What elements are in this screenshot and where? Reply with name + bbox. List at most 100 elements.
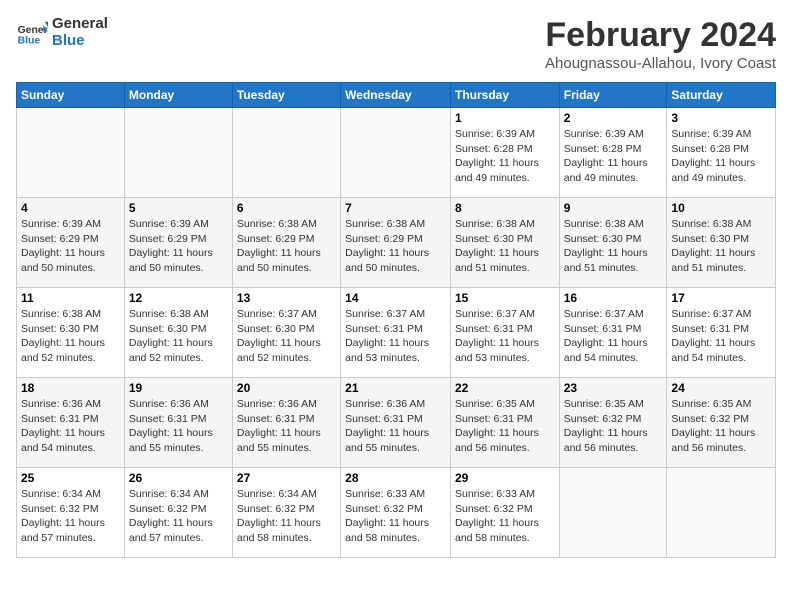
calendar-cell: 17Sunrise: 6:37 AM Sunset: 6:31 PM Dayli… (667, 288, 776, 378)
day-number: 4 (21, 201, 120, 215)
calendar-body: 1 Sunrise: 6:39 AM Sunset: 6:28 PM Daylig… (17, 108, 776, 558)
day-info: Sunrise: 6:36 AM Sunset: 6:31 PM Dayligh… (237, 397, 336, 456)
calendar-cell: 1Sunrise: 6:39 AM Sunset: 6:28 PM Daylig… (450, 108, 559, 198)
day-info: Sunrise: 6:38 AM Sunset: 6:30 PM Dayligh… (671, 217, 771, 276)
day-info: Sunrise: 6:33 AM Sunset: 6:32 PM Dayligh… (455, 487, 555, 546)
day-info: Sunrise: 6:39 AM Sunset: 6:29 PM Dayligh… (129, 217, 228, 276)
calendar-cell (667, 468, 776, 558)
title-area: February 2024 Ahougnassou-Allahou, Ivory… (545, 16, 776, 72)
calendar-table: SundayMondayTuesdayWednesdayThursdayFrid… (16, 82, 776, 558)
day-info: Sunrise: 6:38 AM Sunset: 6:30 PM Dayligh… (455, 217, 555, 276)
day-number: 11 (21, 291, 120, 305)
header-monday: Monday (124, 83, 232, 108)
page-header: General Blue General Blue February 2024 … (16, 16, 776, 72)
day-info: Sunrise: 6:36 AM Sunset: 6:31 PM Dayligh… (345, 397, 446, 456)
calendar-cell: 24Sunrise: 6:35 AM Sunset: 6:32 PM Dayli… (667, 378, 776, 468)
day-number: 18 (21, 381, 120, 395)
day-number: 29 (455, 471, 555, 485)
calendar-week-2: 4 Sunrise: 6:39 AM Sunset: 6:29 PM Daylig… (17, 198, 776, 288)
calendar-cell (124, 108, 232, 198)
day-info: Sunrise: 6:36 AM Sunset: 6:31 PM Dayligh… (21, 397, 120, 456)
day-info: Sunrise: 6:38 AM Sunset: 6:29 PM Dayligh… (345, 217, 446, 276)
day-info: Sunrise: 6:38 AM Sunset: 6:30 PM Dayligh… (21, 307, 120, 366)
calendar-cell: 26 Sunrise: 6:34 AM Sunset: 6:32 PM Dayli… (124, 468, 232, 558)
day-info: Sunrise: 6:37 AM Sunset: 6:31 PM Dayligh… (345, 307, 446, 366)
day-number: 8 (455, 201, 555, 215)
day-info: Sunrise: 6:39 AM Sunset: 6:28 PM Dayligh… (564, 127, 663, 186)
svg-text:Blue: Blue (18, 35, 41, 46)
calendar-cell: 20 Sunrise: 6:36 AM Sunset: 6:31 PM Dayli… (232, 378, 340, 468)
day-info: Sunrise: 6:37 AM Sunset: 6:31 PM Dayligh… (564, 307, 663, 366)
day-number: 13 (237, 291, 336, 305)
day-number: 10 (671, 201, 771, 215)
calendar-cell: 18 Sunrise: 6:36 AM Sunset: 6:31 PM Dayli… (17, 378, 125, 468)
calendar-cell: 25 Sunrise: 6:34 AM Sunset: 6:32 PM Dayli… (17, 468, 125, 558)
day-info: Sunrise: 6:38 AM Sunset: 6:29 PM Dayligh… (237, 217, 336, 276)
calendar-cell (17, 108, 125, 198)
calendar-cell: 27 Sunrise: 6:34 AM Sunset: 6:32 PM Dayli… (232, 468, 340, 558)
calendar-week-3: 11 Sunrise: 6:38 AM Sunset: 6:30 PM Dayli… (17, 288, 776, 378)
header-friday: Friday (559, 83, 667, 108)
header-wednesday: Wednesday (341, 83, 451, 108)
day-info: Sunrise: 6:34 AM Sunset: 6:32 PM Dayligh… (21, 487, 120, 546)
calendar-cell: 19 Sunrise: 6:36 AM Sunset: 6:31 PM Dayli… (124, 378, 232, 468)
day-info: Sunrise: 6:38 AM Sunset: 6:30 PM Dayligh… (129, 307, 228, 366)
day-number: 6 (237, 201, 336, 215)
day-info: Sunrise: 6:37 AM Sunset: 6:30 PM Dayligh… (237, 307, 336, 366)
calendar-cell: 16 Sunrise: 6:37 AM Sunset: 6:31 PM Dayli… (559, 288, 667, 378)
calendar-cell: 28 Sunrise: 6:33 AM Sunset: 6:32 PM Dayli… (341, 468, 451, 558)
calendar-cell: 8 Sunrise: 6:38 AM Sunset: 6:30 PM Daylig… (450, 198, 559, 288)
day-info: Sunrise: 6:35 AM Sunset: 6:31 PM Dayligh… (455, 397, 555, 456)
day-number: 3 (671, 111, 771, 125)
calendar-cell: 7 Sunrise: 6:38 AM Sunset: 6:29 PM Daylig… (341, 198, 451, 288)
calendar-cell: 13 Sunrise: 6:37 AM Sunset: 6:30 PM Dayli… (232, 288, 340, 378)
header-tuesday: Tuesday (232, 83, 340, 108)
calendar-cell: 21 Sunrise: 6:36 AM Sunset: 6:31 PM Dayli… (341, 378, 451, 468)
calendar-cell: 10 Sunrise: 6:38 AM Sunset: 6:30 PM Dayli… (667, 198, 776, 288)
calendar-cell: 2 Sunrise: 6:39 AM Sunset: 6:28 PM Daylig… (559, 108, 667, 198)
calendar-cell: 4 Sunrise: 6:39 AM Sunset: 6:29 PM Daylig… (17, 198, 125, 288)
day-info: Sunrise: 6:34 AM Sunset: 6:32 PM Dayligh… (237, 487, 336, 546)
calendar-cell: 15Sunrise: 6:37 AM Sunset: 6:31 PM Dayli… (450, 288, 559, 378)
day-number: 27 (237, 471, 336, 485)
day-info: Sunrise: 6:37 AM Sunset: 6:31 PM Dayligh… (455, 307, 555, 366)
day-number: 20 (237, 381, 336, 395)
day-number: 22 (455, 381, 555, 395)
location: Ahougnassou-Allahou, Ivory Coast (545, 55, 776, 72)
logo-line1: General (52, 16, 108, 33)
day-number: 19 (129, 381, 228, 395)
calendar-cell: 12 Sunrise: 6:38 AM Sunset: 6:30 PM Dayli… (124, 288, 232, 378)
day-number: 21 (345, 381, 446, 395)
calendar-week-5: 25 Sunrise: 6:34 AM Sunset: 6:32 PM Dayli… (17, 468, 776, 558)
calendar-cell: 11 Sunrise: 6:38 AM Sunset: 6:30 PM Dayli… (17, 288, 125, 378)
day-number: 26 (129, 471, 228, 485)
day-number: 28 (345, 471, 446, 485)
day-info: Sunrise: 6:36 AM Sunset: 6:31 PM Dayligh… (129, 397, 228, 456)
day-number: 7 (345, 201, 446, 215)
calendar-cell: 3Sunrise: 6:39 AM Sunset: 6:28 PM Daylig… (667, 108, 776, 198)
calendar-cell (341, 108, 451, 198)
calendar-week-1: 1 Sunrise: 6:39 AM Sunset: 6:28 PM Daylig… (17, 108, 776, 198)
day-number: 5 (129, 201, 228, 215)
calendar-cell: 22 Sunrise: 6:35 AM Sunset: 6:31 PM Dayli… (450, 378, 559, 468)
header-saturday: Saturday (667, 83, 776, 108)
day-info: Sunrise: 6:35 AM Sunset: 6:32 PM Dayligh… (564, 397, 663, 456)
calendar-cell: 29 Sunrise: 6:33 AM Sunset: 6:32 PM Dayli… (450, 468, 559, 558)
day-number: 25 (21, 471, 120, 485)
day-number: 12 (129, 291, 228, 305)
day-info: Sunrise: 6:38 AM Sunset: 6:30 PM Dayligh… (564, 217, 663, 276)
header-thursday: Thursday (450, 83, 559, 108)
calendar-cell: 9Sunrise: 6:38 AM Sunset: 6:30 PM Daylig… (559, 198, 667, 288)
header-sunday: Sunday (17, 83, 125, 108)
logo-line2: Blue (52, 33, 108, 50)
day-number: 24 (671, 381, 771, 395)
day-info: Sunrise: 6:34 AM Sunset: 6:32 PM Dayligh… (129, 487, 228, 546)
day-info: Sunrise: 6:39 AM Sunset: 6:29 PM Dayligh… (21, 217, 120, 276)
day-info: Sunrise: 6:33 AM Sunset: 6:32 PM Dayligh… (345, 487, 446, 546)
month-year: February 2024 (545, 16, 776, 55)
day-number: 1 (455, 111, 555, 125)
day-number: 14 (345, 291, 446, 305)
day-number: 16 (564, 291, 663, 305)
day-number: 23 (564, 381, 663, 395)
day-number: 2 (564, 111, 663, 125)
